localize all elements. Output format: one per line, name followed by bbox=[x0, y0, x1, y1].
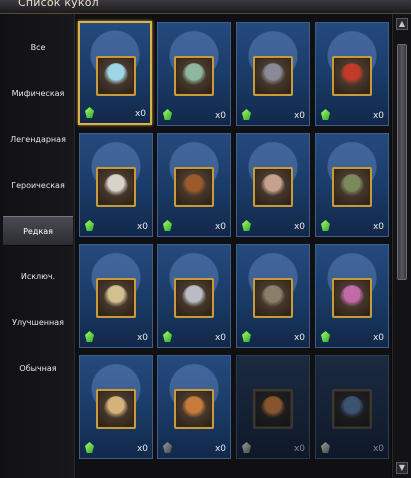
doll-figure-icon bbox=[104, 174, 128, 200]
doll-portrait bbox=[96, 56, 136, 96]
doll-portrait bbox=[253, 167, 293, 207]
doll-count: x0 bbox=[372, 111, 384, 121]
doll-card[interactable]: x0 bbox=[79, 244, 153, 348]
doll-figure-icon bbox=[182, 63, 206, 89]
doll-figure-icon bbox=[261, 63, 285, 89]
doll-count: x0 bbox=[372, 444, 384, 454]
doll-figure-icon bbox=[340, 396, 364, 422]
doll-count: x0 bbox=[136, 444, 148, 454]
green-gem-icon bbox=[321, 220, 330, 231]
doll-portrait bbox=[96, 167, 136, 207]
green-gem-icon bbox=[85, 107, 94, 118]
green-gem-icon bbox=[242, 331, 251, 342]
doll-figure-icon bbox=[261, 396, 285, 422]
doll-card[interactable]: x0 bbox=[236, 244, 310, 348]
green-gem-icon bbox=[242, 220, 251, 231]
doll-count: x0 bbox=[214, 111, 226, 121]
doll-card[interactable]: x0 bbox=[236, 355, 310, 459]
category-common[interactable]: Обычная bbox=[3, 354, 73, 384]
doll-figure-icon bbox=[340, 285, 364, 311]
doll-figure-icon bbox=[104, 285, 128, 311]
doll-portrait bbox=[96, 389, 136, 429]
doll-portrait bbox=[332, 389, 372, 429]
doll-portrait bbox=[174, 56, 214, 96]
doll-card[interactable]: x0 bbox=[157, 22, 231, 126]
doll-figure-icon bbox=[340, 63, 364, 89]
doll-portrait bbox=[174, 278, 214, 318]
scroll-down-icon[interactable]: ▼ bbox=[396, 462, 408, 474]
doll-count: x0 bbox=[372, 333, 384, 343]
doll-card[interactable]: x0 bbox=[157, 244, 231, 348]
green-gem-icon bbox=[321, 109, 330, 120]
doll-figure-icon bbox=[182, 285, 206, 311]
category-legendary[interactable]: Легендарная bbox=[3, 125, 73, 155]
green-gem-icon bbox=[85, 331, 94, 342]
doll-count: x0 bbox=[372, 222, 384, 232]
grey-gem-icon bbox=[321, 442, 330, 453]
category-sidebar: Все Мифическая Легендарная Героическая Р… bbox=[0, 14, 75, 478]
green-gem-icon bbox=[85, 220, 94, 231]
doll-count: x0 bbox=[136, 222, 148, 232]
doll-count: x0 bbox=[214, 222, 226, 232]
doll-count: x0 bbox=[293, 222, 305, 232]
green-gem-icon bbox=[321, 331, 330, 342]
window-title: Список кукол bbox=[18, 0, 99, 9]
doll-portrait bbox=[332, 56, 372, 96]
category-mythic[interactable]: Мифическая bbox=[3, 79, 73, 109]
doll-portrait bbox=[253, 278, 293, 318]
green-gem-icon bbox=[85, 442, 94, 453]
category-rare[interactable]: Редкая bbox=[3, 216, 73, 246]
doll-card[interactable]: x0 bbox=[79, 133, 153, 237]
doll-count: x0 bbox=[214, 444, 226, 454]
category-exclusive[interactable]: Исключ. bbox=[3, 262, 73, 292]
doll-figure-icon bbox=[104, 396, 128, 422]
doll-portrait bbox=[253, 389, 293, 429]
doll-figure-icon bbox=[261, 285, 285, 311]
doll-card[interactable]: x0 bbox=[78, 21, 152, 125]
green-gem-icon bbox=[163, 220, 172, 231]
category-improved[interactable]: Улучшенная bbox=[3, 308, 73, 338]
doll-figure-icon bbox=[182, 396, 206, 422]
doll-card[interactable]: x0 bbox=[315, 244, 389, 348]
doll-card[interactable]: x0 bbox=[236, 22, 310, 126]
doll-portrait bbox=[332, 278, 372, 318]
grey-gem-icon bbox=[163, 442, 172, 453]
doll-card[interactable]: x0 bbox=[315, 22, 389, 126]
doll-card[interactable]: x0 bbox=[157, 355, 231, 459]
doll-card[interactable]: x0 bbox=[79, 355, 153, 459]
doll-card[interactable]: x0 bbox=[236, 133, 310, 237]
doll-portrait bbox=[174, 389, 214, 429]
scroll-up-icon[interactable]: ▲ bbox=[396, 18, 408, 30]
green-gem-icon bbox=[242, 109, 251, 120]
doll-count: x0 bbox=[293, 333, 305, 343]
doll-count: x0 bbox=[134, 109, 146, 119]
doll-card[interactable]: x0 bbox=[315, 133, 389, 237]
green-gem-icon bbox=[163, 109, 172, 120]
doll-figure-icon bbox=[104, 63, 128, 89]
doll-figure-icon bbox=[261, 174, 285, 200]
doll-card[interactable]: x0 bbox=[315, 355, 389, 459]
green-gem-icon bbox=[163, 331, 172, 342]
doll-count: x0 bbox=[136, 333, 148, 343]
doll-portrait bbox=[332, 167, 372, 207]
doll-portrait bbox=[253, 56, 293, 96]
doll-count: x0 bbox=[293, 111, 305, 121]
doll-figure-icon bbox=[182, 174, 206, 200]
window-titlebar: Список кукол bbox=[0, 0, 411, 14]
doll-grid: x0 x0 x0 x0 x0 x0 x0 x0 x0 x0 x0 x0 x0 x… bbox=[76, 14, 391, 478]
grey-gem-icon bbox=[242, 442, 251, 453]
scroll-thumb[interactable] bbox=[397, 44, 407, 280]
category-all[interactable]: Все bbox=[3, 33, 73, 63]
doll-count: x0 bbox=[214, 333, 226, 343]
doll-portrait bbox=[174, 167, 214, 207]
scrollbar[interactable]: ▲ ▼ bbox=[392, 14, 411, 478]
doll-count: x0 bbox=[293, 444, 305, 454]
doll-card[interactable]: x0 bbox=[157, 133, 231, 237]
category-heroic[interactable]: Героическая bbox=[3, 171, 73, 201]
doll-portrait bbox=[96, 278, 136, 318]
doll-figure-icon bbox=[340, 174, 364, 200]
